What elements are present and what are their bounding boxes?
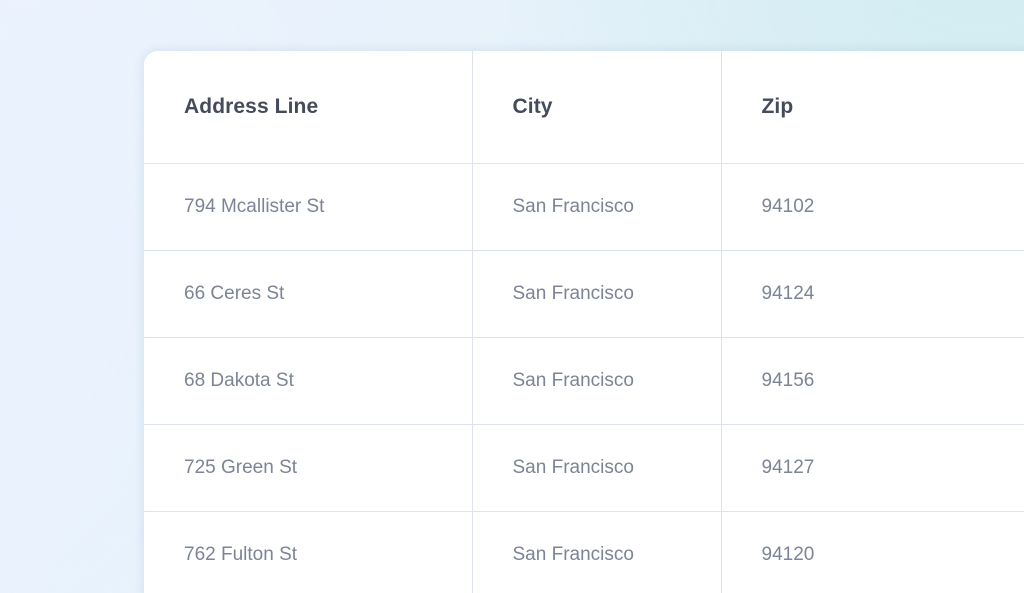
cell-zip: 94124 [720,250,1024,338]
cell-zip: 94102 [720,163,1024,251]
table-row[interactable]: 794 Mcallister St San Francisco 94102 [144,163,1024,251]
table-row[interactable]: 68 Dakota St San Francisco 94156 [144,337,1024,425]
cell-address: 725 Green St [144,424,472,512]
column-header-zip[interactable]: Zip [720,51,1024,164]
cell-zip: 94127 [720,424,1024,512]
address-table: Address Line City Zip 794 Mcallister St … [144,51,1024,593]
table-row[interactable]: 762 Fulton St San Francisco 94120 [144,511,1024,593]
column-header-address-line[interactable]: Address Line [144,51,472,164]
cell-address: 68 Dakota St [144,337,472,425]
column-header-city[interactable]: City [471,51,721,164]
cell-city: San Francisco [471,163,721,251]
table-body: 794 Mcallister St San Francisco 94102 66… [144,163,1024,593]
cell-city: San Francisco [471,337,721,425]
cell-zip: 94120 [720,511,1024,593]
cell-city: San Francisco [471,250,721,338]
cell-city: San Francisco [471,511,721,593]
table-header-row: Address Line City Zip [144,51,1024,164]
table-row[interactable]: 725 Green St San Francisco 94127 [144,424,1024,512]
table-header: Address Line City Zip [144,51,1024,164]
cell-city: San Francisco [471,424,721,512]
address-table-card: Address Line City Zip 794 Mcallister St … [144,51,1024,593]
table-row[interactable]: 66 Ceres St San Francisco 94124 [144,250,1024,338]
cell-address: 794 Mcallister St [144,163,472,251]
cell-zip: 94156 [720,337,1024,425]
cell-address: 66 Ceres St [144,250,472,338]
cell-address: 762 Fulton St [144,511,472,593]
